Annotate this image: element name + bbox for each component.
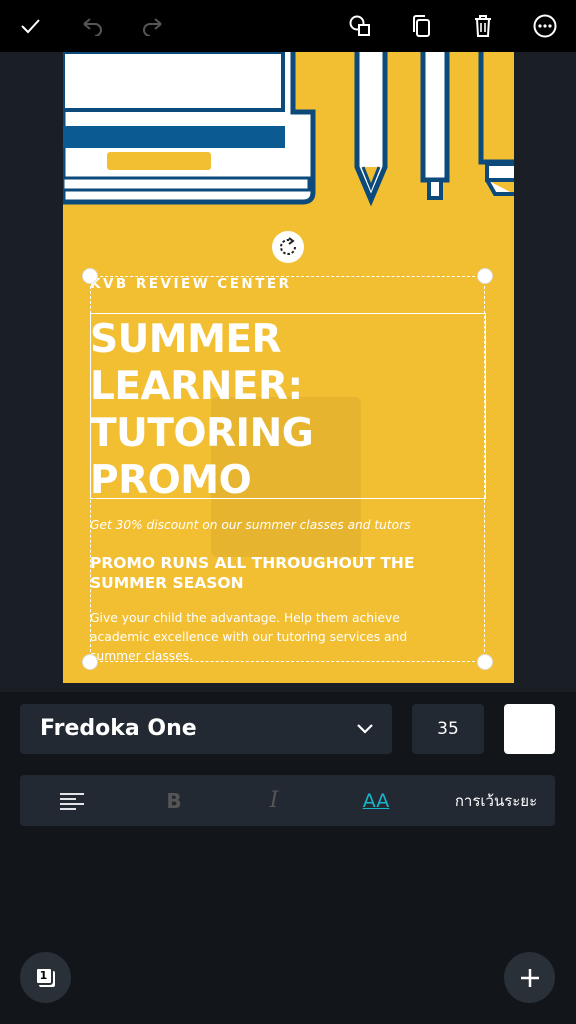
- text-color-swatch[interactable]: [504, 704, 555, 754]
- format-toolbar: B I AA การเว้นระยะ: [20, 775, 555, 826]
- top-toolbar: [0, 0, 576, 52]
- align-left-icon[interactable]: [48, 775, 96, 826]
- rotate-handle[interactable]: [272, 231, 304, 263]
- check-icon[interactable]: [10, 6, 50, 46]
- spacing-button[interactable]: การเว้นระยะ: [440, 775, 552, 826]
- resize-handle-bottom-right[interactable]: [477, 654, 493, 670]
- pages-button[interactable]: 1: [20, 952, 71, 1003]
- plus-icon: [520, 968, 539, 987]
- redo-icon[interactable]: [133, 6, 173, 46]
- rotate-icon: [280, 237, 297, 256]
- font-name: Fredoka One: [40, 716, 197, 741]
- resize-handle-top-right[interactable]: [477, 268, 493, 284]
- font-size-input[interactable]: 35: [412, 704, 484, 754]
- text-edit-box[interactable]: [90, 313, 486, 499]
- font-dropdown[interactable]: Fredoka One: [20, 704, 392, 754]
- chevron-down-icon: [357, 724, 373, 734]
- duplicate-icon[interactable]: [402, 6, 442, 46]
- resize-handle-top-left[interactable]: [82, 268, 98, 284]
- more-icon[interactable]: [525, 6, 565, 46]
- trash-icon[interactable]: [463, 6, 503, 46]
- uppercase-button[interactable]: AA: [352, 775, 400, 826]
- add-button[interactable]: [504, 952, 555, 1003]
- italic-button[interactable]: I: [250, 775, 298, 826]
- resize-handle-bottom-left[interactable]: [82, 654, 98, 670]
- page-count: 1: [39, 969, 48, 982]
- shapes-icon[interactable]: [340, 6, 380, 46]
- undo-icon[interactable]: [72, 6, 112, 46]
- bold-button[interactable]: B: [150, 775, 198, 826]
